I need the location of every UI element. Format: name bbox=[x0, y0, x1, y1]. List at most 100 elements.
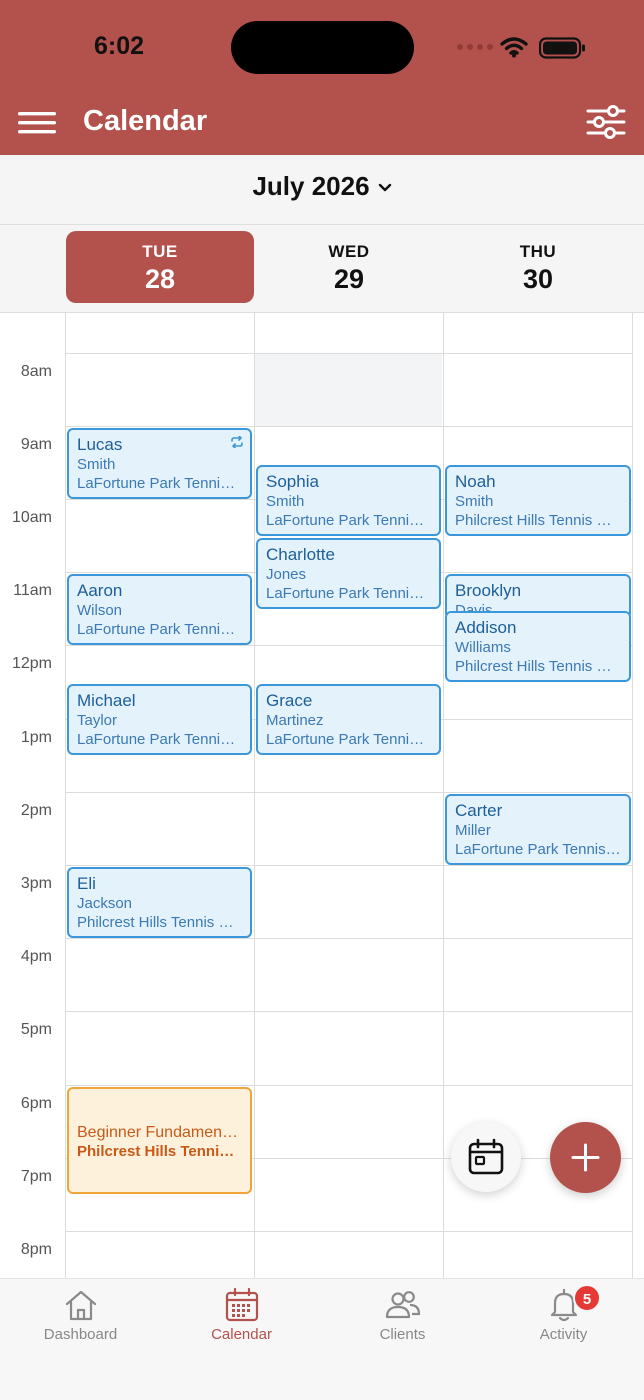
event-location: LaFortune Park Tennis Center bbox=[77, 621, 242, 638]
time-label: 3pm bbox=[20, 875, 52, 892]
hour-line bbox=[65, 865, 632, 866]
class-event-title: Beginner Fundamentals bbox=[77, 1124, 242, 1141]
column-divider bbox=[443, 313, 444, 1278]
event-card[interactable]: Addison Williams Philcrest Hills Tennis … bbox=[445, 611, 631, 682]
event-card[interactable]: Lucas Smith LaFortune Park Tennis Center bbox=[67, 428, 252, 499]
menu-icon[interactable] bbox=[18, 108, 56, 138]
month-selector[interactable]: July 2026 bbox=[0, 155, 644, 225]
event-client-first-name: Lucas bbox=[77, 435, 123, 454]
tab-dashboard[interactable]: Dashboard bbox=[0, 1279, 161, 1359]
column-divider bbox=[65, 313, 66, 1278]
event-client-last-name: Miller bbox=[455, 822, 491, 839]
hour-line bbox=[65, 792, 632, 793]
app-header: 6:02 Calendar bbox=[0, 0, 644, 155]
calendar-icon bbox=[468, 1138, 504, 1175]
event-client-first-name: Charlotte bbox=[266, 545, 335, 564]
event-location: LaFortune Park Tennis Center bbox=[266, 585, 431, 602]
time-label: 8am bbox=[20, 363, 52, 380]
event-client-first-name: Addison bbox=[455, 618, 517, 637]
tab-activity[interactable]: Activity bbox=[483, 1279, 644, 1359]
dynamic-island bbox=[231, 21, 414, 74]
time-label: 10am bbox=[11, 509, 52, 526]
event-location: LaFortune Park Tennis Center bbox=[455, 841, 621, 858]
event-card[interactable]: Sophia Smith LaFortune Park Tennis Cente… bbox=[256, 465, 441, 536]
event-client-first-name: Aaron bbox=[77, 581, 123, 600]
event-location: LaFortune Park Tennis Center bbox=[266, 731, 431, 748]
column-divider bbox=[254, 313, 255, 1278]
time-label: 11am bbox=[13, 582, 52, 599]
tab-label: Dashboard bbox=[43, 1326, 118, 1343]
time-label: 8pm bbox=[20, 1241, 52, 1258]
current-time-highlight bbox=[255, 353, 442, 426]
tab-label: Clients bbox=[379, 1326, 426, 1343]
tab-label: Activity bbox=[539, 1326, 588, 1343]
filter-sliders-icon[interactable] bbox=[586, 104, 626, 140]
signal-icon bbox=[457, 44, 493, 50]
time-label: 2pm bbox=[20, 802, 52, 819]
event-client-last-name: Wilson bbox=[77, 602, 123, 619]
tab-clients[interactable]: Clients bbox=[322, 1279, 483, 1359]
hour-line bbox=[65, 1011, 632, 1012]
chevron-down-icon bbox=[378, 183, 391, 192]
event-client-last-name: Smith bbox=[455, 493, 494, 510]
bottom-tab-bar: Dashboard Calendar Clients Activity bbox=[0, 1278, 644, 1400]
event-card[interactable]: Grace Martinez LaFortune Park Tennis Cen… bbox=[256, 684, 441, 755]
time-label: 12pm bbox=[11, 655, 52, 672]
users-icon bbox=[385, 1291, 421, 1319]
repeat-icon bbox=[231, 436, 243, 448]
event-client-first-name: Eli bbox=[77, 874, 96, 893]
month-label[interactable]: July 2026 bbox=[0, 171, 644, 202]
time-label: 7pm bbox=[20, 1168, 52, 1185]
tab-calendar[interactable]: Calendar bbox=[161, 1279, 322, 1359]
event-card[interactable]: Eli Jackson Philcrest Hills Tennis Cente… bbox=[67, 867, 252, 938]
hour-line bbox=[65, 1085, 632, 1086]
event-client-first-name: Noah bbox=[455, 472, 496, 491]
time-label: 5pm bbox=[20, 1021, 52, 1038]
time-label: 6pm bbox=[20, 1095, 52, 1112]
hour-line bbox=[65, 1231, 632, 1232]
today-button[interactable] bbox=[451, 1122, 521, 1192]
plus-icon bbox=[571, 1143, 600, 1172]
day-number: 29 bbox=[333, 264, 365, 294]
battery-icon bbox=[539, 37, 585, 59]
event-card[interactable]: Carter Miller LaFortune Park Tennis Cent… bbox=[445, 794, 631, 865]
day-wed[interactable]: WED 29 bbox=[255, 231, 443, 303]
day-tue[interactable]: TUE 28 bbox=[66, 231, 254, 303]
event-client-last-name: Jackson bbox=[77, 895, 133, 912]
day-number: 30 bbox=[522, 264, 554, 294]
event-location: LaFortune Park Tennis Center bbox=[77, 731, 242, 748]
class-event-card[interactable]: Beginner Fundamentals Philcrest Hills Te… bbox=[67, 1087, 252, 1194]
status-time: 6:02 bbox=[94, 32, 145, 60]
event-client-first-name: Grace bbox=[266, 691, 313, 710]
event-location: LaFortune Park Tennis Center bbox=[77, 475, 242, 492]
day-of-week: THU bbox=[519, 242, 557, 261]
calendar-grid[interactable]: 8am 9am 10am 11am 12pm 1pm 2pm 3pm 4pm 5… bbox=[0, 313, 644, 1278]
event-location: Philcrest Hills Tennis Center bbox=[77, 914, 242, 931]
event-client-last-name: Martinez bbox=[266, 712, 324, 729]
event-client-last-name: Smith bbox=[77, 456, 116, 473]
event-card[interactable]: Noah Smith Philcrest Hills Tennis Center bbox=[445, 465, 631, 536]
event-client-last-name: Taylor bbox=[77, 712, 118, 729]
hour-line bbox=[65, 426, 632, 427]
event-card[interactable]: Michael Taylor LaFortune Park Tennis Cen… bbox=[67, 684, 252, 755]
day-header-row: TUE 28 WED 29 THU 30 bbox=[0, 225, 644, 313]
page-title: Calendar bbox=[83, 105, 208, 137]
class-event-location: Philcrest Hills Tennis Center bbox=[77, 1143, 242, 1160]
event-client-first-name: Carter bbox=[455, 801, 503, 820]
event-card[interactable]: Charlotte Jones LaFortune Park Tennis Ce… bbox=[256, 538, 441, 609]
day-of-week: TUE bbox=[142, 242, 178, 261]
day-number: 28 bbox=[144, 264, 176, 294]
event-card[interactable]: Aaron Wilson LaFortune Park Tennis Cente… bbox=[67, 574, 252, 645]
event-client-first-name: Sophia bbox=[266, 472, 319, 491]
event-location: LaFortune Park Tennis Center bbox=[266, 512, 431, 529]
event-client-first-name: Michael bbox=[77, 691, 136, 710]
event-client-last-name: Smith bbox=[266, 493, 305, 510]
time-label: 4pm bbox=[20, 948, 52, 965]
time-label: 9am bbox=[20, 436, 52, 453]
event-client-last-name: Jones bbox=[266, 566, 307, 583]
day-thu[interactable]: THU 30 bbox=[444, 231, 632, 303]
add-event-button[interactable] bbox=[550, 1122, 621, 1193]
day-of-week: WED bbox=[328, 242, 370, 261]
tab-label: Calendar bbox=[211, 1326, 272, 1343]
wifi-icon bbox=[500, 37, 528, 58]
